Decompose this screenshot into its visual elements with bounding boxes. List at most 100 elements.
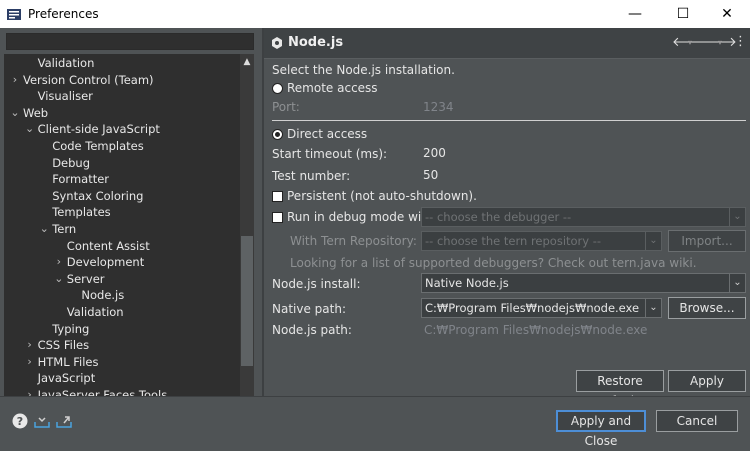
- direct-access-label: Direct access: [287, 127, 368, 141]
- import-button[interactable]: Import...: [668, 230, 746, 252]
- tree-item-label: Version Control (Team): [23, 72, 154, 87]
- tree-item[interactable]: › CSS Files: [4, 337, 241, 353]
- tree-item-label: Validation: [66, 305, 124, 319]
- port-field[interactable]: 1234: [423, 100, 454, 114]
- tree-item[interactable]: Formatter: [4, 171, 241, 187]
- tree-item-label: Typing: [52, 321, 90, 336]
- debug-mode-checkbox[interactable]: [272, 212, 283, 223]
- tree-item[interactable]: ⌄ Web: [4, 105, 241, 121]
- chevron-down-icon[interactable]: ⌄: [39, 221, 49, 237]
- tree-item-label: Content Assist: [66, 238, 150, 253]
- start-timeout-field[interactable]: 200: [423, 146, 446, 160]
- tree-item-label: Validation: [37, 56, 95, 70]
- apply-and-close-button[interactable]: Apply and Close: [556, 410, 646, 448]
- persistent-label: Persistent (not auto-shutdown).: [287, 189, 477, 203]
- chevron-right-icon[interactable]: ›: [10, 72, 20, 88]
- tree-item[interactable]: › Version Control (Team): [4, 72, 241, 88]
- chevron-down-icon[interactable]: ⌄: [54, 271, 64, 287]
- tree-item[interactable]: Visualiser: [4, 88, 241, 104]
- direct-access-radio[interactable]: [272, 129, 283, 140]
- filter-input[interactable]: [6, 33, 254, 50]
- tree-item[interactable]: ⌄ Tern: [4, 221, 241, 237]
- tree-item[interactable]: Debug: [4, 155, 241, 171]
- tree-item[interactable]: Content Assist: [4, 238, 241, 254]
- chevron-right-icon[interactable]: ›: [25, 337, 35, 353]
- page-title: Node.js: [288, 35, 344, 50]
- tree-item[interactable]: ⌄ Client-side JavaScript: [4, 121, 241, 137]
- tree-item[interactable]: Syntax Coloring: [4, 188, 241, 204]
- back-menu-icon[interactable]: ▾: [688, 38, 692, 47]
- native-path-select-value: C:₩Program Files₩nodejs₩node.exe: [425, 301, 640, 315]
- tree-item[interactable]: Typing: [4, 321, 241, 337]
- tree-item[interactable]: JavaScript: [4, 370, 241, 386]
- title-bar: Preferences — ☐ ✕: [0, 0, 750, 28]
- scrollbar-thumb[interactable]: [241, 236, 253, 366]
- debug-mode-label: Run in debug mode with:: [287, 210, 438, 224]
- tree-item[interactable]: Node.js: [4, 287, 241, 303]
- remote-access-radio[interactable]: [272, 83, 283, 94]
- tree-item-label: Visualiser: [37, 89, 93, 104]
- minimize-button[interactable]: —: [612, 0, 658, 28]
- chevron-down-icon: ⌄: [729, 208, 745, 226]
- page-content: Select the Node.js installation. Remote …: [264, 58, 750, 408]
- tree-item[interactable]: ⌄ Server: [4, 271, 241, 287]
- preference-page: Node.js 🡐 ▾ 🡒 ▾ ⋮ Select the Node.js ins…: [264, 28, 750, 408]
- maximize-button[interactable]: ☐: [660, 0, 706, 28]
- forward-menu-icon[interactable]: ▾: [718, 38, 722, 47]
- nodejs-icon: [271, 36, 283, 50]
- persistent-checkbox[interactable]: [272, 191, 283, 202]
- export-preferences-icon[interactable]: [56, 413, 72, 429]
- tree-item[interactable]: Templates: [4, 204, 241, 220]
- browse-button[interactable]: Browse...: [668, 297, 746, 319]
- tree-item[interactable]: Validation: [4, 55, 241, 71]
- chevron-right-icon[interactable]: ›: [25, 354, 35, 370]
- tree-item[interactable]: Validation: [4, 304, 241, 320]
- tree-item[interactable]: Code Templates: [4, 138, 241, 154]
- preference-tree: Validation › Version Control (Team) Visuali…: [4, 54, 241, 422]
- test-number-label: Test number:: [272, 169, 351, 183]
- debugger-select-value: -- choose the debugger --: [425, 210, 572, 224]
- import-preferences-icon[interactable]: [34, 413, 50, 429]
- svg-text:?: ?: [17, 415, 23, 428]
- tree-scrollbar[interactable]: ▲ ▼: [240, 54, 254, 422]
- tree-item-label: Formatter: [52, 172, 110, 187]
- tree-item-label: CSS Files: [37, 338, 90, 353]
- close-button[interactable]: ✕: [704, 0, 750, 28]
- view-menu-icon[interactable]: ⋮: [734, 34, 747, 49]
- preferences-navigation: Validation › Version Control (Team) Visuali…: [0, 28, 262, 422]
- tree-item-label: Templates: [52, 205, 111, 220]
- nodejs-install-select[interactable]: Native Node.js ⌄: [421, 273, 746, 293]
- nodejs-path-value: C:₩Program Files₩nodejs₩node.exe: [424, 323, 648, 337]
- tern-repository-select[interactable]: -- choose the tern repository -- ⌄: [421, 231, 662, 251]
- chevron-down-icon[interactable]: ⌄: [10, 105, 20, 121]
- tree-item-label: Web: [23, 105, 49, 120]
- nodejs-install-label: Node.js install:: [272, 277, 361, 291]
- chevron-down-icon[interactable]: ⌄: [25, 121, 35, 137]
- debuggers-hint-link[interactable]: Looking for a list of supported debugger…: [290, 256, 697, 270]
- tree-item[interactable]: › Development: [4, 254, 241, 270]
- dialog-footer: ? Apply and Close Cancel: [0, 396, 750, 448]
- apply-button[interactable]: Apply: [668, 370, 746, 392]
- tree-item-label: Tern: [52, 222, 77, 236]
- tree-item-label: HTML Files: [37, 354, 99, 369]
- separator: [272, 120, 746, 121]
- chevron-down-icon: ⌄: [645, 299, 661, 317]
- tree-item-label: Server: [66, 271, 105, 286]
- native-path-select[interactable]: C:₩Program Files₩nodejs₩node.exe ⌄: [421, 298, 662, 318]
- tree-item-label: Node.js: [81, 288, 125, 303]
- scroll-up-icon[interactable]: ▲: [240, 56, 254, 68]
- start-timeout-label: Start timeout (ms):: [272, 147, 388, 161]
- cancel-button[interactable]: Cancel: [656, 410, 738, 432]
- native-path-label: Native path:: [272, 302, 346, 316]
- eclipse-app-icon: [6, 6, 22, 22]
- remote-access-label: Remote access: [287, 81, 378, 95]
- tree-item-label: JavaScript: [37, 371, 96, 386]
- tree-item[interactable]: › HTML Files: [4, 354, 241, 370]
- test-number-field[interactable]: 50: [423, 168, 438, 182]
- chevron-right-icon[interactable]: ›: [54, 254, 64, 270]
- debugger-select[interactable]: -- choose the debugger -- ⌄: [421, 207, 746, 227]
- help-icon[interactable]: ?: [12, 413, 28, 429]
- chevron-down-icon: ⌄: [645, 232, 661, 250]
- intro-text: Select the Node.js installation.: [272, 63, 455, 77]
- restore-defaults-button[interactable]: Restore Defaults: [576, 370, 664, 408]
